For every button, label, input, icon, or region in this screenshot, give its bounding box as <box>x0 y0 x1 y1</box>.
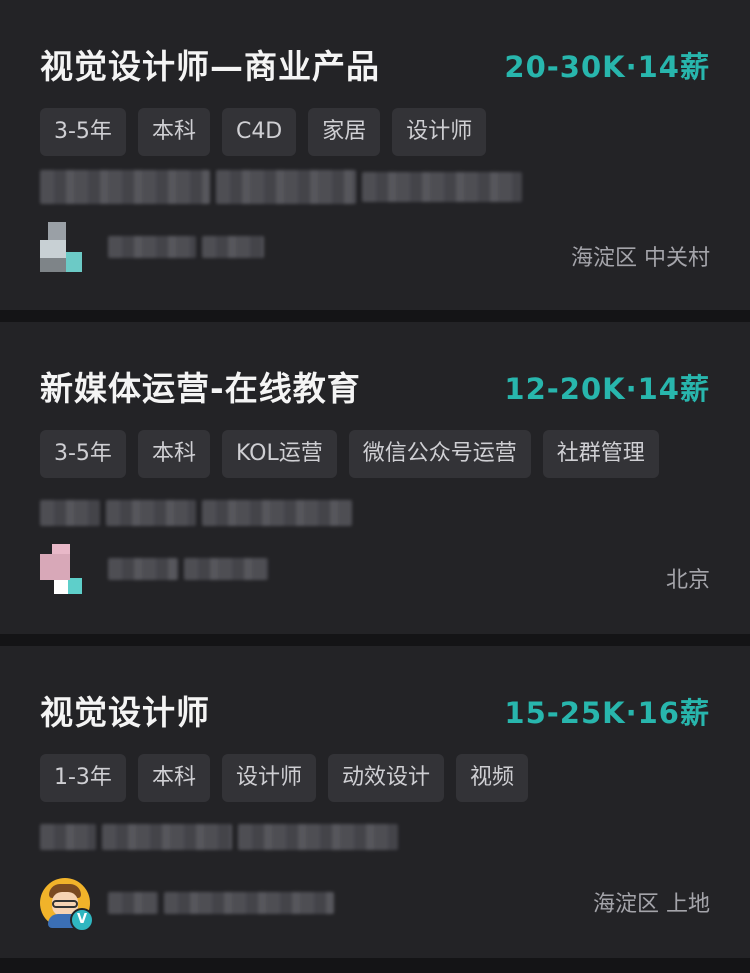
job-tag: 3-5年 <box>40 430 126 478</box>
job-location: 海淀区 上地 <box>593 892 710 917</box>
recruiter-row: V <box>40 878 340 932</box>
company-info-blurred <box>40 500 358 526</box>
recruiter-avatar[interactable] <box>40 544 90 594</box>
job-title: 视觉设计师 <box>40 693 210 732</box>
job-tag: 本科 <box>137 108 210 156</box>
job-location: 海淀区 中关村 <box>571 246 710 271</box>
job-list: 视觉设计师—商业产品 20-30K·14薪 3-5年 本科 C4D 家居 设计师… <box>0 0 750 973</box>
job-tag: 设计师 <box>392 108 487 156</box>
job-tags: 3-5年 本科 C4D 家居 设计师 <box>40 108 487 156</box>
job-tag: 本科 <box>137 430 210 478</box>
recruiter-name-blurred <box>108 558 178 580</box>
verified-badge-icon: V <box>70 908 94 932</box>
job-tag: 动效设计 <box>327 754 444 802</box>
job-tags: 1-3年 本科 设计师 动效设计 视频 <box>40 754 528 802</box>
job-salary: 20-30K·14薪 <box>504 50 710 84</box>
job-tag: 设计师 <box>221 754 316 802</box>
recruiter-title-blurred <box>164 892 334 914</box>
avatar-glasses <box>52 900 78 908</box>
job-tag: KOL运营 <box>221 430 337 478</box>
job-tag: 1-3年 <box>40 754 126 802</box>
job-tag: C4D <box>221 108 297 156</box>
job-card[interactable]: 视觉设计师—商业产品 20-30K·14薪 3-5年 本科 C4D 家居 设计师… <box>0 0 750 310</box>
recruiter-title-blurred <box>184 558 268 580</box>
recruiter-avatar[interactable] <box>40 222 90 272</box>
recruiter-row <box>40 222 270 272</box>
recruiter-name-blurred <box>108 236 196 258</box>
job-tag: 3-5年 <box>40 108 126 156</box>
job-tag: 微信公众号运营 <box>348 430 531 478</box>
recruiter-avatar[interactable]: V <box>40 878 94 932</box>
job-title: 新媒体运营-在线教育 <box>40 369 361 408</box>
recruiter-title-blurred <box>202 236 264 258</box>
job-tag: 社群管理 <box>542 430 659 478</box>
job-salary: 15-25K·16薪 <box>504 696 710 730</box>
job-tag: 视频 <box>455 754 528 802</box>
job-tag: 本科 <box>137 754 210 802</box>
job-tag: 家居 <box>308 108 381 156</box>
company-info-blurred <box>40 170 528 204</box>
job-card[interactable]: 视觉设计师 15-25K·16薪 1-3年 本科 设计师 动效设计 视频 V 海… <box>0 646 750 958</box>
job-tags: 3-5年 本科 KOL运营 微信公众号运营 社群管理 <box>40 430 659 478</box>
recruiter-row <box>40 544 274 594</box>
job-salary: 12-20K·14薪 <box>504 372 710 406</box>
job-card[interactable]: 新媒体运营-在线教育 12-20K·14薪 3-5年 本科 KOL运营 微信公众… <box>0 322 750 634</box>
recruiter-name-blurred <box>108 892 158 914</box>
job-location: 北京 <box>665 568 710 593</box>
company-info-blurred <box>40 824 404 850</box>
job-title: 视觉设计师—商业产品 <box>40 47 380 86</box>
